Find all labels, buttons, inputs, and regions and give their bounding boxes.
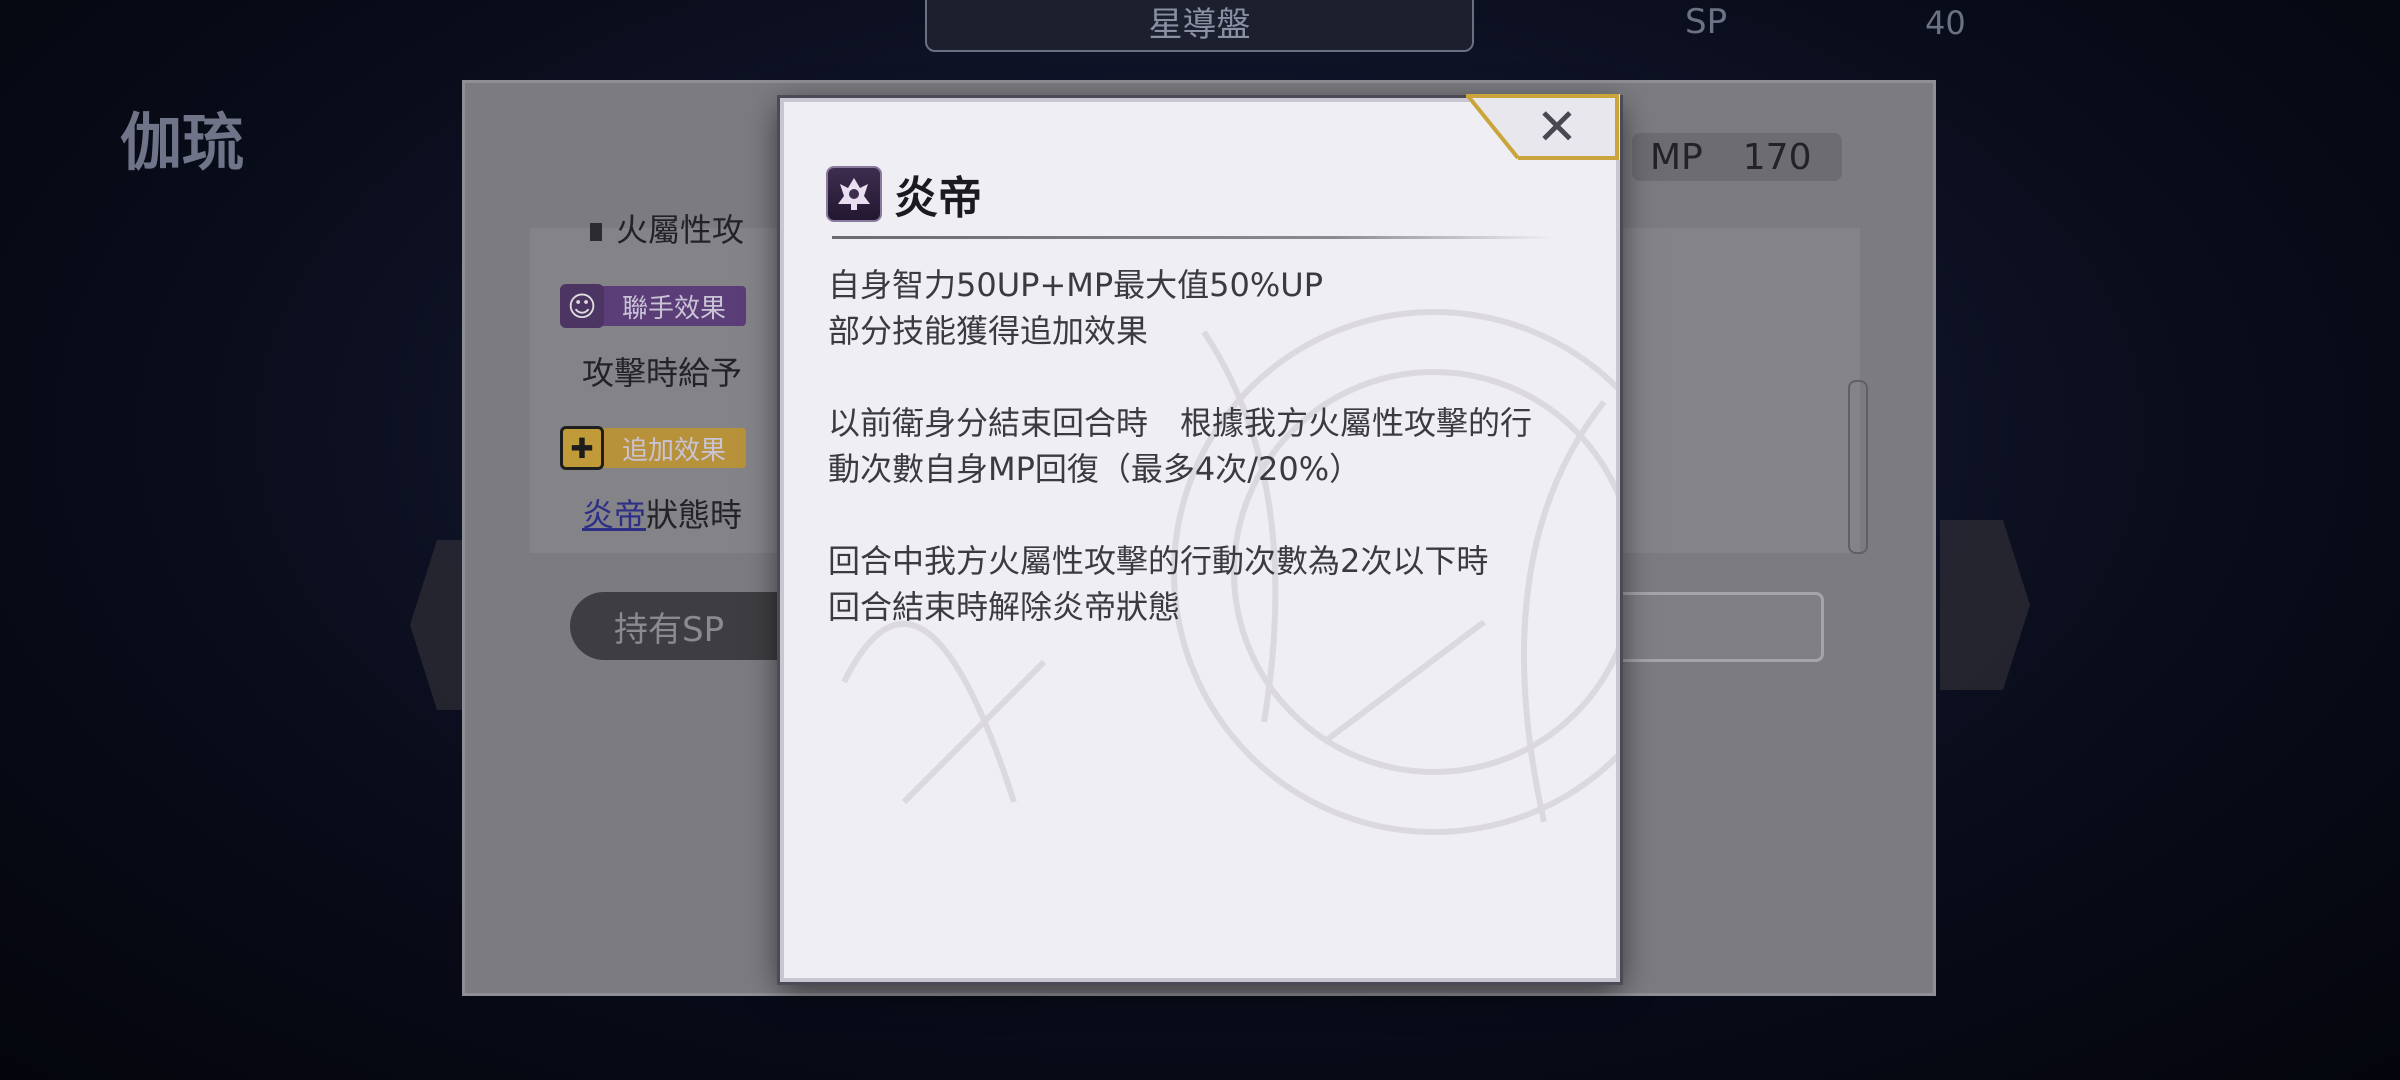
character-name: 伽琉 <box>120 106 245 179</box>
skill-description: 自身智力50UP+MP最大值50%UP 部分技能獲得追加效果 以前衛身分結束回合… <box>828 262 1548 676</box>
description-paragraph: 自身智力50UP+MP最大值50%UP 部分技能獲得追加效果 <box>828 266 1324 350</box>
held-sp-label: 持有SP <box>614 609 725 650</box>
description-paragraph: 以前衛身分結束回合時 根據我方火屬性攻擊的行動次數自身MP回復（最多4次/20%… <box>828 404 1533 488</box>
partial-effect-line: 火屬性攻 <box>590 205 744 251</box>
mp-value: 170 <box>1742 136 1812 178</box>
description-paragraph: 回合中我方火屬性攻擊的行動次數為2次以下時 回合結束時解除炎帝狀態 <box>828 542 1521 626</box>
close-icon[interactable]: ✕ <box>1536 98 1578 156</box>
team-effect-text: 攻擊時給予 <box>582 354 743 392</box>
flame-emperor-skill-icon <box>826 166 882 222</box>
skill-info-dialog: 炎帝 自身智力50UP+MP最大值50%UP 部分技能獲得追加效果 以前衛身分結… <box>780 98 1620 982</box>
dialog-header: 炎帝 <box>826 162 982 226</box>
title-divider <box>832 236 1552 239</box>
extra-effect-text: 狀態時 <box>646 496 743 534</box>
extra-effect-keyword-link[interactable]: 炎帝 <box>582 496 646 534</box>
extra-effect-line: 炎帝狀態時 <box>582 490 742 536</box>
mp-label: MP <box>1650 136 1703 178</box>
scrollbar[interactable] <box>1848 380 1868 554</box>
sp-value: 40 <box>1925 4 1966 42</box>
sp-label: SP <box>1685 2 1728 42</box>
game-screen: 星導盤 SP 40 伽琉 MP 170 火屬性攻 ) ☺ 聯手效果 攻擊時給予 … <box>0 0 2400 1080</box>
plus-icon: ✚ <box>560 426 604 470</box>
extra-effect-tag: ✚ 追加效果 <box>560 426 747 470</box>
background-hex-decoration <box>1940 520 2030 690</box>
team-effect-tag: ☺ 聯手效果 <box>560 284 747 328</box>
dialog-title: 炎帝 <box>894 173 982 224</box>
top-tab-title: 星導盤 <box>925 0 1474 52</box>
team-icon: ☺ <box>560 284 604 328</box>
close-button[interactable]: ✕ <box>1466 94 1620 160</box>
bullet-icon <box>590 223 602 241</box>
mp-display: MP 170 <box>1632 133 1842 181</box>
